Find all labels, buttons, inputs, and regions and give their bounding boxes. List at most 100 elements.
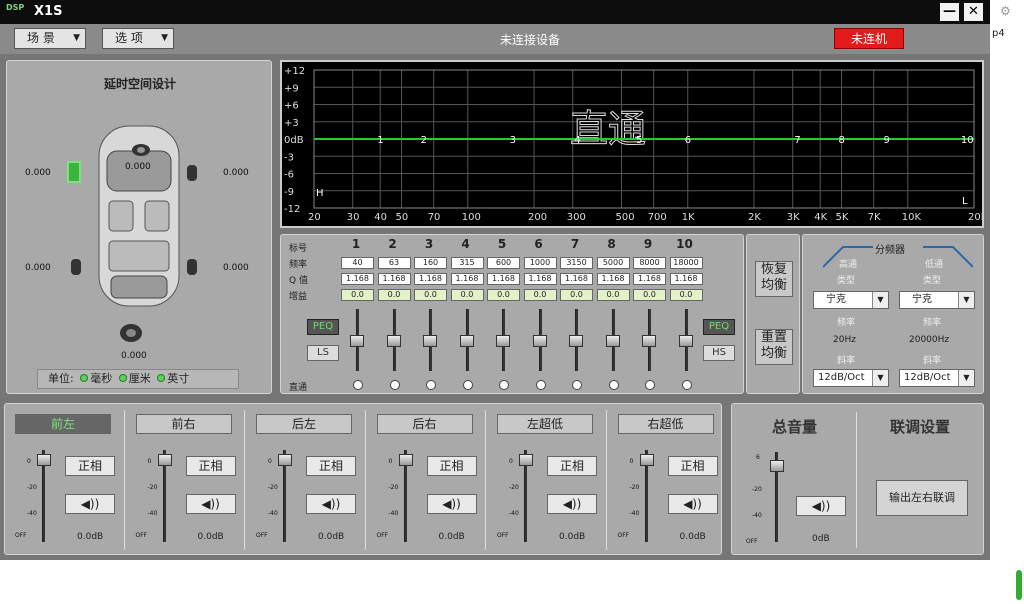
channel-mute-button[interactable]: ◀)) — [547, 494, 597, 514]
phase-button[interactable]: 正相 — [185, 456, 236, 476]
band-marker[interactable]: 2 — [421, 135, 427, 146]
subwoofer-speaker-icon[interactable] — [119, 323, 143, 346]
lp-type-select[interactable]: 宁克 ▼ — [899, 291, 975, 309]
band-bypass-radio[interactable] — [353, 380, 363, 390]
peq-left-button[interactable]: PEQ — [307, 319, 339, 335]
unit-inch-radio[interactable] — [157, 374, 166, 382]
lowpass-marker[interactable]: L — [962, 196, 968, 207]
band-gain-input[interactable]: 0.0 — [560, 289, 593, 301]
band-gain-slider-knob[interactable] — [350, 335, 364, 347]
reset-eq-button[interactable]: 重置 均衡 — [755, 329, 793, 365]
options-dropdown[interactable]: 选 项 ▼ — [102, 28, 174, 49]
band-gain-slider-knob[interactable] — [569, 335, 583, 347]
channel-volume-knob[interactable] — [278, 454, 292, 466]
band-marker[interactable]: 6 — [685, 135, 691, 146]
lp-freq-value[interactable]: 20000Hz — [909, 335, 949, 345]
master-volume-knob[interactable] — [770, 460, 784, 472]
link-lr-button[interactable]: 输出左右联调 — [876, 480, 968, 516]
band-bypass-radio[interactable] — [681, 380, 692, 390]
minimize-button[interactable]: — — [940, 3, 959, 21]
channel-mute-button[interactable]: ◀)) — [667, 494, 718, 514]
band-bypass-radio[interactable] — [426, 380, 436, 390]
band-bypass-radio[interactable] — [499, 380, 509, 390]
band-freq-input[interactable]: 63 — [377, 257, 411, 269]
channel-5-title-button[interactable]: 左超低 — [497, 414, 593, 434]
band-freq-input[interactable]: 1000 — [523, 257, 557, 269]
band-freq-input[interactable]: 40 — [341, 257, 374, 269]
band-gain-slider-knob[interactable] — [386, 335, 401, 347]
front-left-speaker-icon[interactable] — [67, 161, 81, 183]
band-freq-input[interactable]: 3150 — [560, 257, 593, 269]
band-gain-input[interactable]: 0.0 — [596, 289, 630, 301]
band-q-input[interactable]: 1.168 — [414, 273, 447, 285]
unit-ms-radio[interactable] — [80, 374, 89, 382]
channel-mute-button[interactable]: ◀)) — [306, 494, 356, 514]
band-marker[interactable]: 1 — [377, 135, 383, 146]
band-marker[interactable]: 8 — [839, 135, 845, 146]
rear-right-speaker-icon[interactable] — [187, 259, 197, 275]
channel-4-title-button[interactable]: 后右 — [376, 414, 473, 434]
band-bypass-radio[interactable] — [645, 380, 655, 390]
channel-1-title-button[interactable]: 前左 — [15, 414, 111, 434]
high-shelf-button[interactable]: HS — [703, 345, 735, 361]
hp-type-select[interactable]: 宁克 ▼ — [813, 291, 889, 309]
rear-left-speaker-icon[interactable] — [71, 259, 81, 275]
band-gain-input[interactable]: 0.0 — [669, 289, 703, 301]
phase-button[interactable]: 正相 — [667, 456, 718, 476]
peq-right-button[interactable]: PEQ — [703, 319, 735, 335]
phase-button[interactable]: 正相 — [426, 456, 477, 476]
band-gain-slider-knob[interactable] — [642, 335, 656, 347]
band-marker[interactable]: 5 — [636, 135, 642, 146]
band-freq-input[interactable]: 5000 — [596, 257, 630, 269]
channel-volume-knob[interactable] — [639, 454, 654, 466]
band-q-input[interactable]: 1.168 — [560, 273, 593, 285]
center-speaker-icon[interactable] — [131, 143, 151, 160]
disconnect-button[interactable]: 未连机 — [834, 28, 904, 49]
band-freq-input[interactable]: 315 — [450, 257, 484, 269]
band-marker[interactable]: 3 — [510, 135, 516, 146]
band-gain-slider-knob[interactable] — [423, 335, 437, 347]
master-mute-button[interactable]: ◀)) — [796, 496, 846, 516]
channel-mute-button[interactable]: ◀)) — [185, 494, 236, 514]
gear-icon[interactable]: ⚙ — [1000, 4, 1011, 18]
scene-dropdown[interactable]: 场 景 ▼ — [14, 28, 86, 49]
band-bypass-radio[interactable] — [535, 380, 546, 390]
channel-6-title-button[interactable]: 右超低 — [617, 414, 714, 434]
scrollbar-thumb[interactable] — [1016, 570, 1022, 600]
band-bypass-radio[interactable] — [389, 380, 400, 390]
band-q-input[interactable]: 1.168 — [341, 273, 374, 285]
eq-graph[interactable]: +12 +9 +6 +3 0dB -3 -6 -9 -12 20 30 40 50 70 100 200 300… — [280, 60, 988, 228]
band-bypass-radio[interactable] — [572, 380, 582, 390]
band-q-input[interactable]: 1.168 — [596, 273, 630, 285]
channel-2-title-button[interactable]: 前右 — [135, 414, 232, 434]
unit-cm-radio[interactable] — [118, 374, 127, 382]
phase-button[interactable]: 正相 — [306, 456, 356, 476]
band-freq-input[interactable]: 8000 — [633, 257, 666, 269]
band-gain-slider-knob[interactable] — [678, 335, 693, 347]
band-gain-input[interactable]: 0.0 — [487, 289, 520, 301]
channel-volume-knob[interactable] — [398, 454, 413, 466]
band-q-input[interactable]: 1.168 — [633, 273, 666, 285]
band-marker[interactable]: 7 — [794, 135, 800, 146]
band-gain-slider-knob[interactable] — [532, 335, 547, 347]
channel-volume-knob[interactable] — [519, 454, 533, 466]
band-marker[interactable]: 4 — [574, 135, 580, 146]
band-gain-input[interactable]: 0.0 — [633, 289, 666, 301]
front-right-speaker-icon[interactable] — [187, 165, 197, 181]
band-gain-input[interactable]: 0.0 — [450, 289, 484, 301]
lp-slope-select[interactable]: 12dB/Oct ▼ — [899, 369, 975, 387]
hp-slope-select[interactable]: 12dB/Oct ▼ — [813, 369, 889, 387]
band-q-input[interactable]: 1.168 — [523, 273, 557, 285]
band-bypass-radio[interactable] — [608, 380, 619, 390]
band-gain-slider-knob[interactable] — [459, 335, 474, 347]
band-q-input[interactable]: 1.168 — [487, 273, 520, 285]
channel-3-title-button[interactable]: 后左 — [256, 414, 352, 434]
band-bypass-radio[interactable] — [462, 380, 473, 390]
channel-volume-knob[interactable] — [157, 454, 172, 466]
channel-mute-button[interactable]: ◀)) — [426, 494, 477, 514]
band-gain-slider-knob[interactable] — [496, 335, 510, 347]
band-q-input[interactable]: 1.168 — [377, 273, 411, 285]
band-freq-input[interactable]: 160 — [414, 257, 447, 269]
band-marker[interactable]: 9 — [883, 135, 889, 146]
channel-volume-knob[interactable] — [37, 454, 51, 466]
